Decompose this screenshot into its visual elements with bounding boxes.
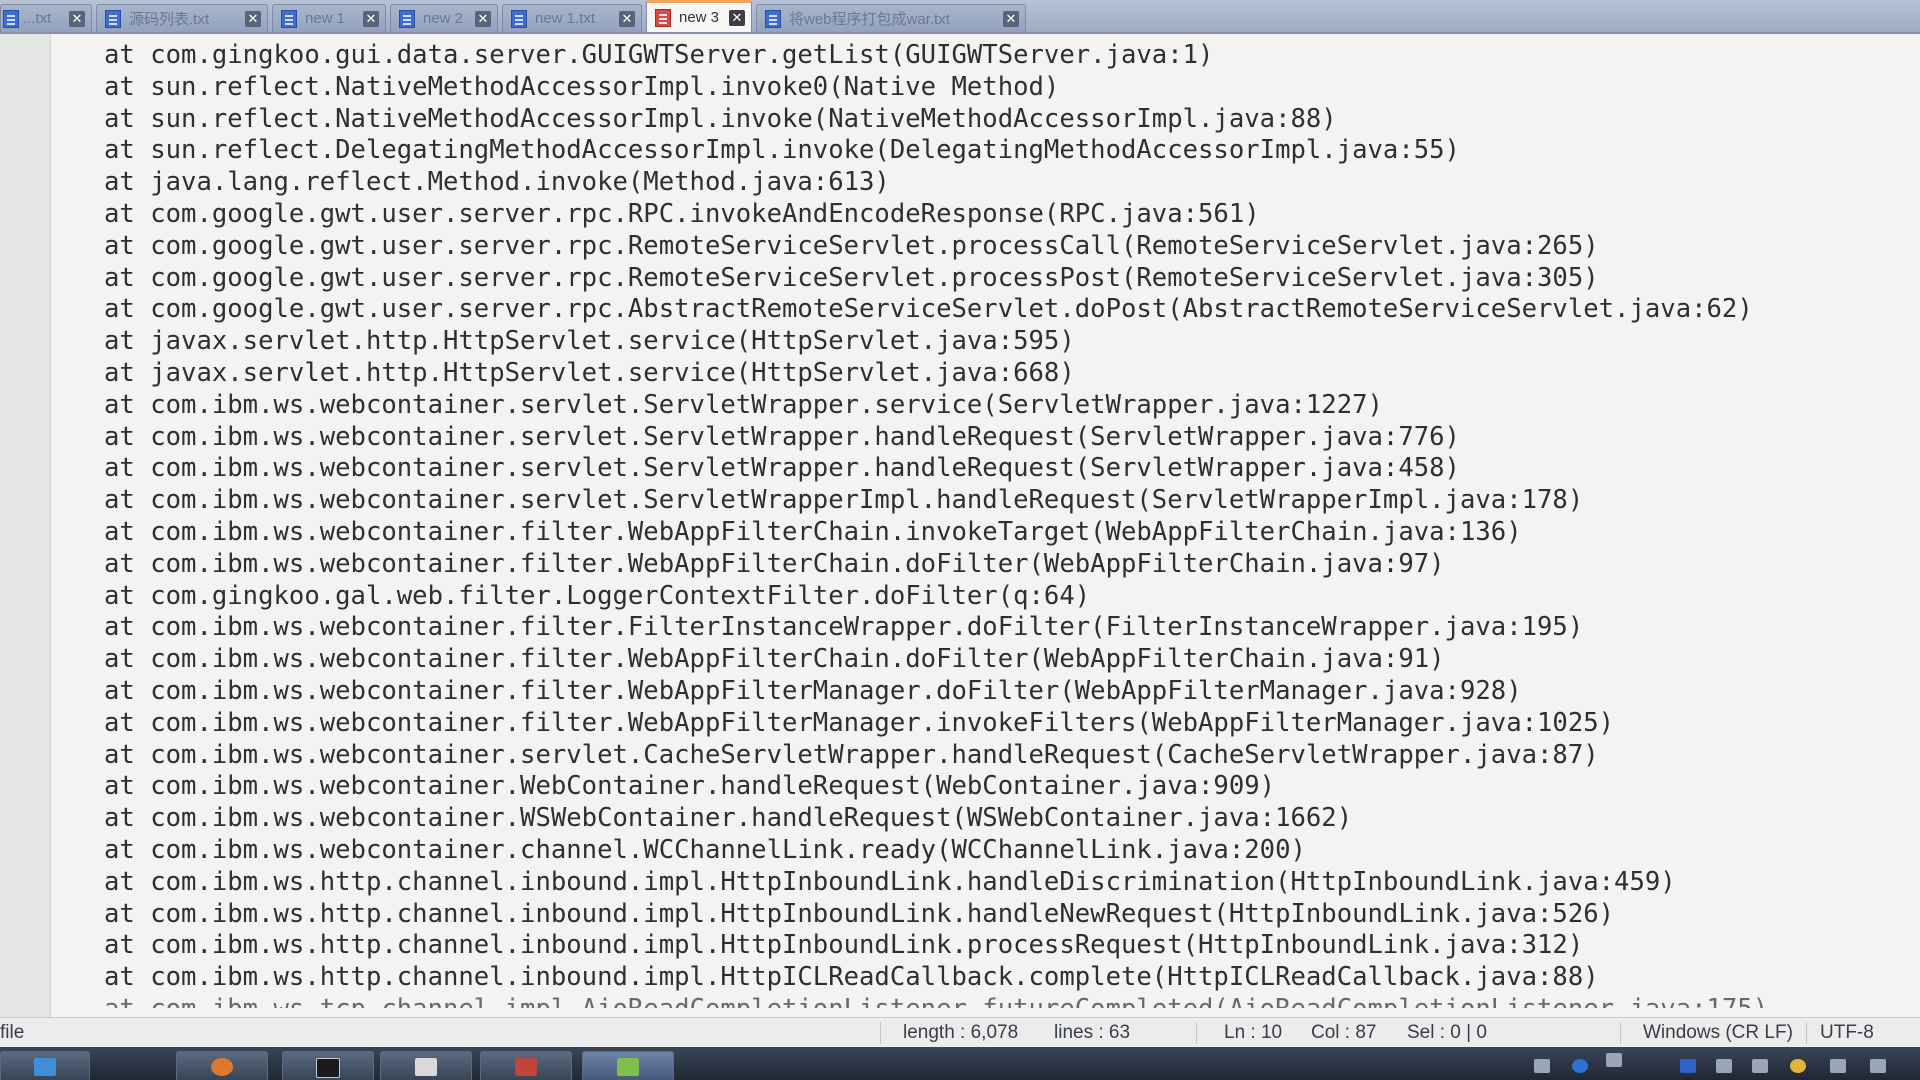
file-icon bbox=[765, 9, 781, 28]
line-number-gutter[interactable] bbox=[0, 34, 51, 1017]
file-icon bbox=[511, 9, 527, 28]
file-icon bbox=[3, 9, 19, 28]
tray-network-icon[interactable] bbox=[1534, 1059, 1550, 1073]
tab-label: 将web程序打包成war.txt bbox=[789, 11, 950, 28]
code-line[interactable]: at java.lang.reflect.Method.invoke(Metho… bbox=[104, 167, 1920, 199]
tray-display-icon[interactable] bbox=[1752, 1059, 1768, 1073]
tray-monitor-icon[interactable] bbox=[1830, 1059, 1846, 1073]
tab-label: new 3 bbox=[679, 9, 720, 26]
taskbar-image-editor[interactable] bbox=[480, 1051, 572, 1080]
code-line[interactable]: at com.ibm.ws.http.channel.inbound.impl.… bbox=[104, 962, 1920, 994]
file-icon bbox=[399, 9, 415, 28]
notepad-plus-plus-icon bbox=[617, 1058, 639, 1076]
tab-6-active[interactable]: new 3 ✕ bbox=[646, 0, 752, 32]
code-line-partial[interactable]: at com.ibm.ws.tcp.channel.impl.AioReadCo… bbox=[104, 994, 1920, 1008]
taskbar-firefox[interactable] bbox=[176, 1051, 268, 1080]
tab-5[interactable]: new 1.txt ✕ bbox=[502, 4, 642, 32]
os-taskbar bbox=[0, 1047, 1920, 1080]
taskbar-notepad[interactable] bbox=[380, 1051, 472, 1080]
code-line[interactable]: at sun.reflect.NativeMethodAccessorImpl.… bbox=[104, 72, 1920, 104]
tab-label: ...txt bbox=[23, 10, 52, 27]
code-line[interactable]: at com.ibm.ws.webcontainer.filter.Filter… bbox=[104, 612, 1920, 644]
status-column: Col : 87 bbox=[1311, 1022, 1377, 1043]
tab-label: 源码列表.txt bbox=[129, 11, 210, 28]
code-line[interactable]: at com.ibm.ws.webcontainer.servlet.Servl… bbox=[104, 485, 1920, 517]
windows-start-icon bbox=[34, 1058, 56, 1076]
file-icon bbox=[655, 8, 671, 27]
close-icon[interactable]: ✕ bbox=[729, 9, 745, 26]
document-tab-bar: ...txt ✕ 源码列表.txt ✕ new 1 ✕ new 2 ✕ new … bbox=[0, 0, 1920, 34]
code-line[interactable]: at com.google.gwt.user.server.rpc.Remote… bbox=[104, 263, 1920, 295]
status-divider bbox=[1620, 1022, 1621, 1044]
code-line[interactable]: at com.ibm.ws.webcontainer.filter.WebApp… bbox=[104, 517, 1920, 549]
code-line[interactable]: at com.ibm.ws.webcontainer.filter.WebApp… bbox=[104, 708, 1920, 740]
status-lines: lines : 63 bbox=[1054, 1022, 1131, 1043]
close-icon[interactable]: ✕ bbox=[363, 10, 379, 27]
close-icon[interactable]: ✕ bbox=[69, 10, 85, 27]
status-divider bbox=[1196, 1022, 1197, 1044]
tray-chrome-icon[interactable] bbox=[1790, 1059, 1806, 1073]
status-bar: file length : 6,078 lines : 63 Ln : 10 C… bbox=[0, 1017, 1920, 1048]
code-line[interactable]: at com.gingkoo.gui.data.server.GUIGWTSer… bbox=[104, 40, 1920, 72]
text-editor[interactable]: at com.gingkoo.gui.data.server.GUIGWTSer… bbox=[0, 34, 1920, 1017]
code-line[interactable]: at sun.reflect.NativeMethodAccessorImpl.… bbox=[104, 104, 1920, 136]
status-divider bbox=[1806, 1022, 1807, 1044]
status-encoding[interactable]: UTF-8 bbox=[1820, 1022, 1874, 1044]
file-icon bbox=[281, 9, 297, 28]
code-line[interactable]: at com.ibm.ws.webcontainer.WebContainer.… bbox=[104, 771, 1920, 803]
status-selection: Sel : 0 | 0 bbox=[1407, 1022, 1487, 1043]
tab-4[interactable]: new 2 ✕ bbox=[390, 4, 498, 32]
code-line[interactable]: at com.ibm.ws.webcontainer.filter.WebApp… bbox=[104, 549, 1920, 581]
close-icon[interactable]: ✕ bbox=[475, 10, 491, 27]
tab-1[interactable]: ...txt ✕ bbox=[0, 4, 92, 32]
tab-label: new 2 bbox=[423, 10, 464, 27]
status-file-type: file bbox=[0, 1022, 25, 1043]
tab-label: new 1.txt bbox=[535, 10, 596, 27]
code-line[interactable]: at com.ibm.ws.webcontainer.filter.WebApp… bbox=[104, 676, 1920, 708]
tray-keyboard-icon[interactable] bbox=[1716, 1059, 1732, 1073]
terminal-icon bbox=[316, 1058, 340, 1078]
code-line[interactable]: at com.ibm.ws.webcontainer.servlet.Servl… bbox=[104, 422, 1920, 454]
code-line[interactable]: at com.ibm.ws.webcontainer.WSWebContaine… bbox=[104, 803, 1920, 835]
code-line[interactable]: at com.ibm.ws.webcontainer.servlet.Cache… bbox=[104, 740, 1920, 772]
status-line-number: Ln : 10 bbox=[1224, 1022, 1283, 1043]
tab-label: new 1 bbox=[305, 10, 346, 27]
status-length: length : 6,078 bbox=[903, 1022, 1019, 1043]
code-line[interactable]: at sun.reflect.DelegatingMethodAccessorI… bbox=[104, 135, 1920, 167]
code-line[interactable]: at com.ibm.ws.webcontainer.filter.WebApp… bbox=[104, 644, 1920, 676]
taskbar-start[interactable] bbox=[0, 1051, 90, 1080]
code-line[interactable]: at com.google.gwt.user.server.rpc.Remote… bbox=[104, 231, 1920, 263]
code-line[interactable]: at com.ibm.ws.webcontainer.servlet.Servl… bbox=[104, 453, 1920, 485]
firefox-icon bbox=[211, 1058, 233, 1076]
tab-7[interactable]: 将web程序打包成war.txt ✕ bbox=[756, 4, 1026, 32]
code-line[interactable]: at com.ibm.ws.webcontainer.channel.WCCha… bbox=[104, 835, 1920, 867]
status-eol[interactable]: Windows (CR LF) bbox=[1643, 1022, 1793, 1044]
taskbar-notepad-plus-plus[interactable] bbox=[582, 1051, 674, 1080]
tray-volume-icon[interactable] bbox=[1870, 1059, 1886, 1073]
status-divider bbox=[880, 1022, 881, 1044]
code-line[interactable]: at com.google.gwt.user.server.rpc.Abstra… bbox=[104, 294, 1920, 326]
tab-2[interactable]: 源码列表.txt ✕ bbox=[96, 4, 268, 32]
code-line[interactable]: at com.ibm.ws.http.channel.inbound.impl.… bbox=[104, 867, 1920, 899]
tab-3[interactable]: new 1 ✕ bbox=[272, 4, 386, 32]
notepad-plus-plus-window: ...txt ✕ 源码列表.txt ✕ new 1 ✕ new 2 ✕ new … bbox=[0, 0, 1920, 1080]
code-line[interactable]: at com.ibm.ws.http.channel.inbound.impl.… bbox=[104, 930, 1920, 962]
close-icon[interactable]: ✕ bbox=[619, 10, 635, 27]
code-line[interactable]: at com.ibm.ws.http.channel.inbound.impl.… bbox=[104, 899, 1920, 931]
code-line[interactable]: at com.ibm.ws.webcontainer.servlet.Servl… bbox=[104, 390, 1920, 422]
image-editor-icon bbox=[515, 1058, 537, 1076]
close-icon[interactable]: ✕ bbox=[245, 10, 261, 27]
code-line[interactable]: at com.gingkoo.gal.web.filter.LoggerCont… bbox=[104, 581, 1920, 613]
code-line[interactable]: at com.google.gwt.user.server.rpc.RPC.in… bbox=[104, 199, 1920, 231]
close-icon[interactable]: ✕ bbox=[1003, 10, 1019, 27]
file-icon bbox=[105, 9, 121, 28]
code-line[interactable]: at javax.servlet.http.HttpServlet.servic… bbox=[104, 358, 1920, 390]
code-line[interactable]: at javax.servlet.http.HttpServlet.servic… bbox=[104, 326, 1920, 358]
tray-window-icon[interactable] bbox=[1606, 1053, 1622, 1067]
code-text-area[interactable]: at com.gingkoo.gui.data.server.GUIGWTSer… bbox=[104, 40, 1920, 1008]
tray-shield-icon[interactable] bbox=[1680, 1059, 1696, 1073]
taskbar-terminal[interactable] bbox=[282, 1051, 374, 1080]
tray-help-icon[interactable] bbox=[1572, 1059, 1588, 1073]
notepad-icon bbox=[415, 1058, 437, 1076]
